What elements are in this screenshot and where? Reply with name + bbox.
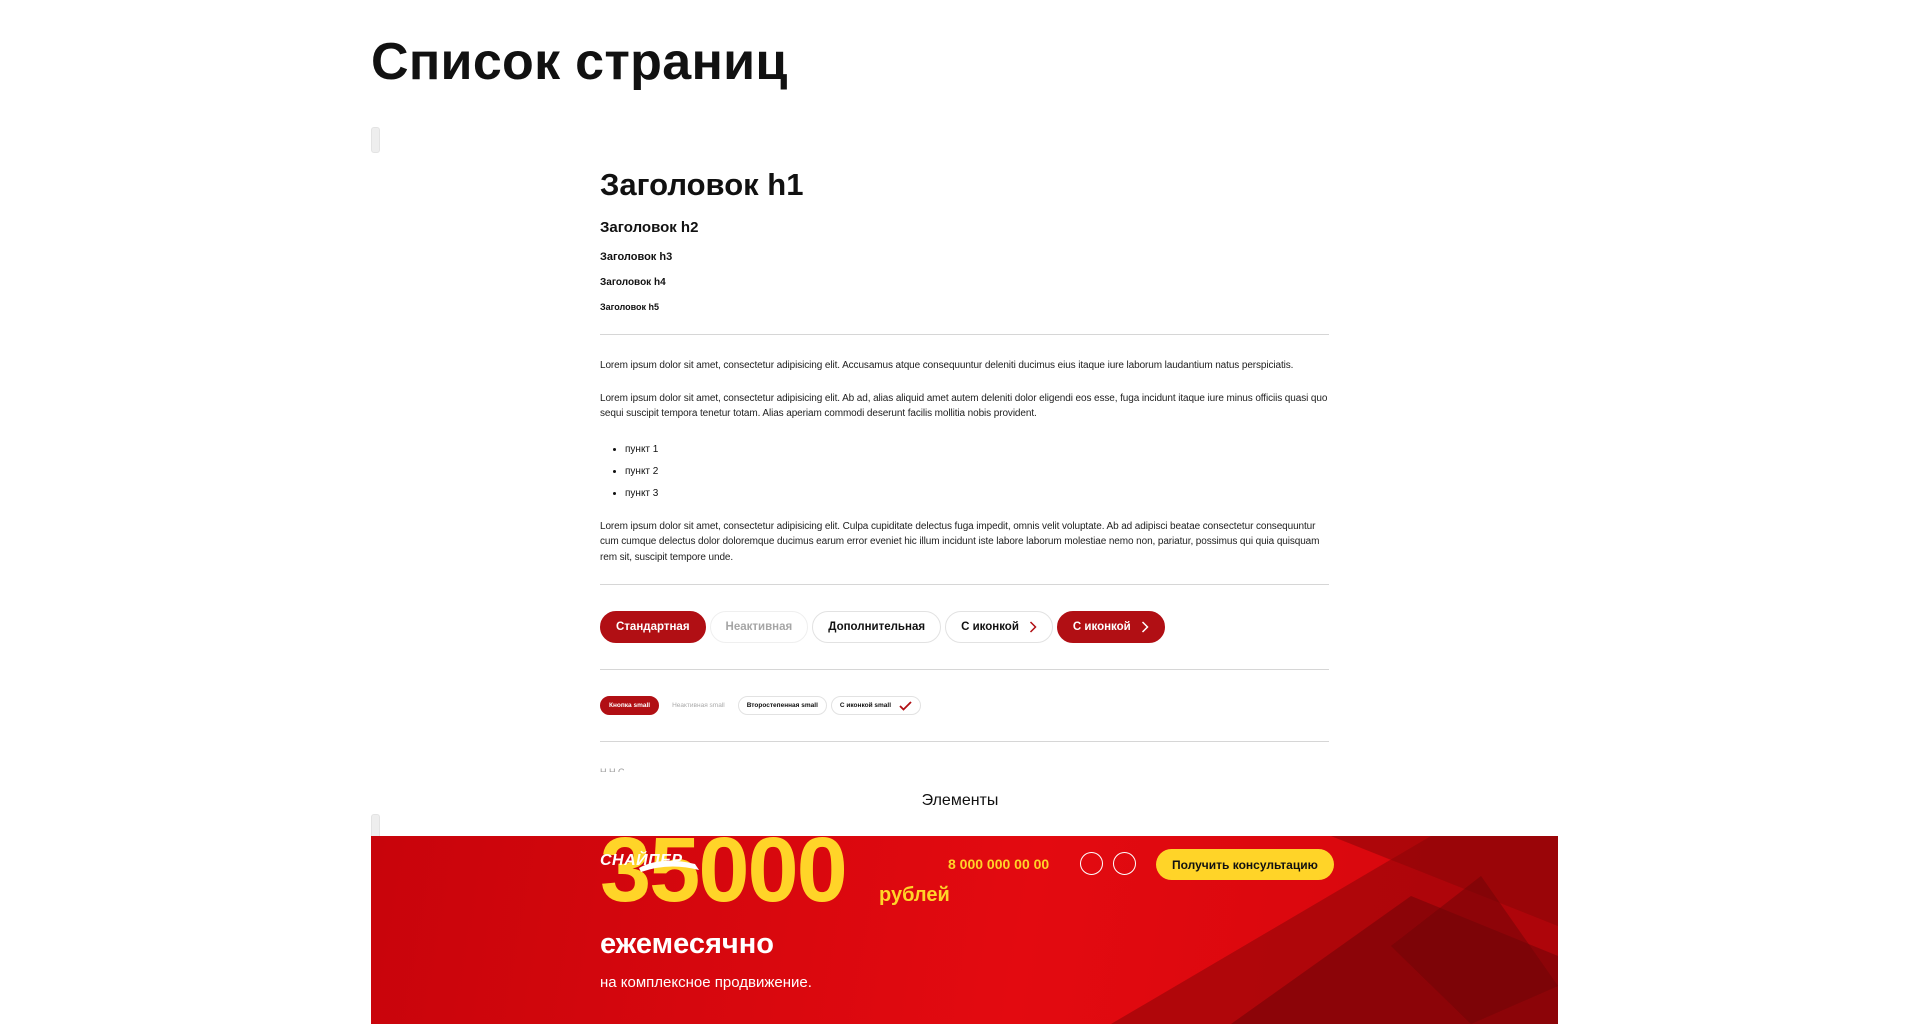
frame-caption: Элементы [0,788,1920,822]
price-amount: 35000 [600,836,848,921]
inactive-button: Неактивная [709,611,809,643]
small-icon-button[interactable]: С иконкой small [830,696,922,715]
heading-h2: Заголовок h2 [600,219,699,236]
paragraph: Lorem ipsum dolor sit amet, consectetur … [600,520,1320,563]
promo-banner: 35000 СНАЙПЕР рублей 8 000 000 00 00 Пол… [371,836,1558,1024]
price-currency: рублей [879,884,950,906]
list-item: пункт 1 [625,439,1329,461]
page-title: Список страниц [371,33,788,91]
small-inactive-button: Неактивная small [663,696,734,715]
elements-preview: Заголовок h1 Заголовок h2 Заголовок h3 З… [600,150,1329,772]
chevron-right-icon [1029,621,1037,633]
heading-h1: Заголовок h1 [600,167,804,202]
phone-number[interactable]: 8 000 000 00 00 [948,856,1049,872]
logo-swoosh-icon [639,860,699,872]
list-item: пункт 3 [625,483,1329,505]
banner-subline: на комплексное продвижение. [600,974,812,991]
small-button-row: Кнопка small Неактивная small Второстепе… [600,696,1329,715]
price-period: ежемесячно [600,928,774,960]
divider [600,584,1329,585]
small-secondary-button[interactable]: Второстепенная small [737,696,827,715]
button-label: Кнопка small [609,702,651,709]
button-label: С иконкой small [839,702,892,709]
button-label: Дополнительная [828,621,926,633]
chevron-right-icon [1141,621,1149,633]
button-row: Стандартная Неактивная Дополнительная С … [600,611,1329,643]
button-label: Стандартная [616,621,690,633]
list-item: пункт 2 [625,461,1329,483]
heading-h3: Заголовок h3 [600,251,673,263]
heading-h5: Заголовок h5 [600,302,660,312]
standard-button[interactable]: Стандартная [600,611,706,643]
messenger-icon[interactable] [1080,852,1103,875]
divider [600,334,1329,335]
paragraph: Lorem ipsum dolor sit amet, consectetur … [600,392,1328,420]
check-icon [899,700,912,711]
icon-button[interactable]: С иконкой [945,611,1053,643]
button-label: Получить консультацию [1172,857,1318,872]
consultation-button[interactable]: Получить консультацию [1156,849,1334,880]
button-label: Неактивная [725,621,793,633]
button-label: Второстепенная small [746,702,818,709]
button-label: Неактивная small [672,702,725,709]
paragraph: Lorem ipsum dolor sit amet, consectetur … [600,360,1294,371]
icon-button-primary[interactable]: С иконкой [1056,611,1165,643]
button-label: С иконкой [1072,621,1131,633]
additional-button[interactable]: Дополнительная [812,611,942,643]
heading-h4: Заголовок h4 [600,277,666,288]
cut-off-text: Н Н С [600,767,625,772]
bullet-list: пункт 1 пункт 2 пункт 3 [600,439,1329,505]
small-primary-button[interactable]: Кнопка small [600,696,660,715]
messenger-icon[interactable] [1113,852,1136,875]
frame-handle-top[interactable] [371,127,380,153]
button-label: С иконкой [961,621,1019,633]
divider [600,741,1329,742]
divider [600,669,1329,670]
